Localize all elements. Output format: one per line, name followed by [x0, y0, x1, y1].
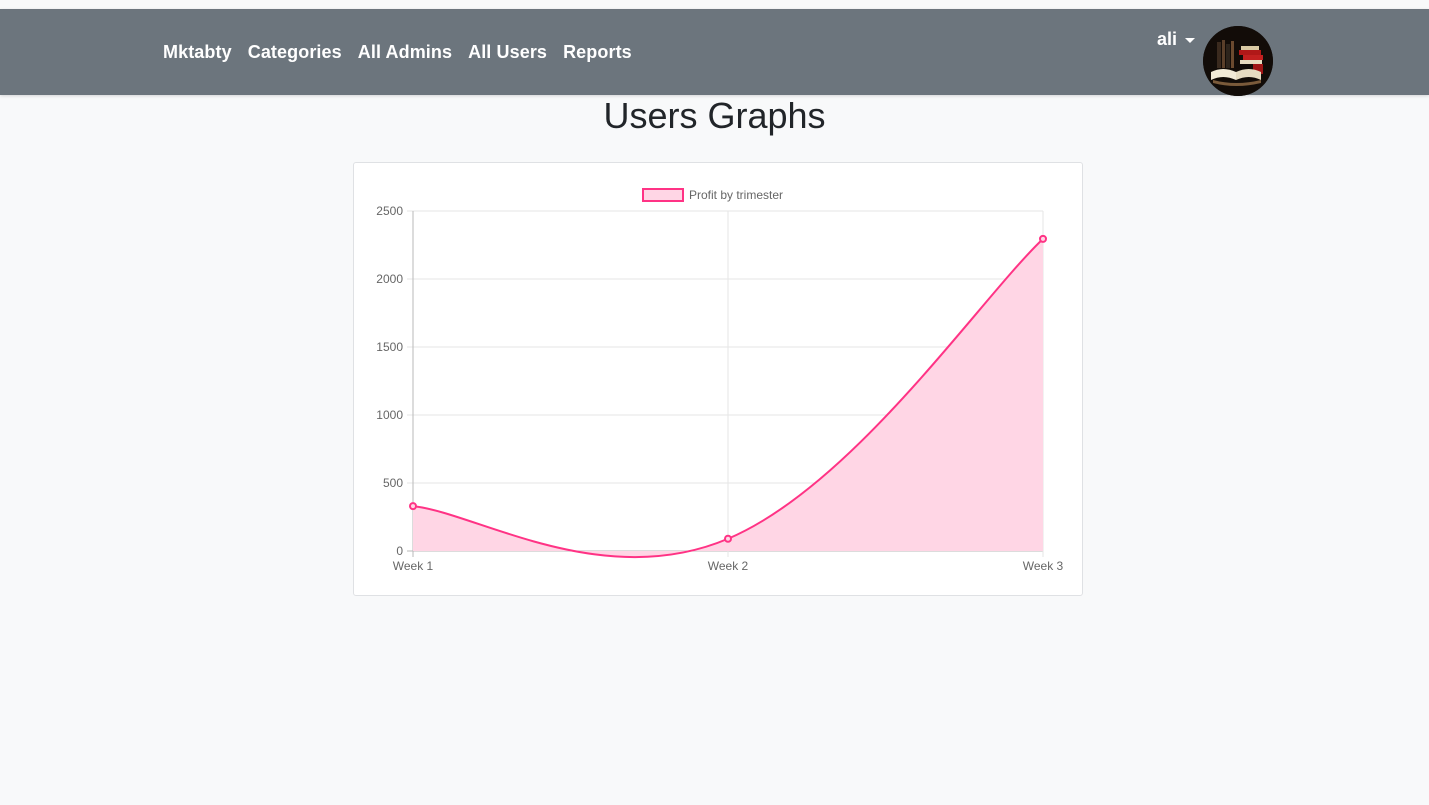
legend-swatch [642, 188, 684, 202]
books-avatar-image [1203, 26, 1273, 96]
y-tick-label: 0 [396, 544, 403, 558]
page-title: Users Graphs [603, 95, 826, 136]
data-point[interactable] [1039, 234, 1047, 243]
nav-brand-link[interactable]: Mktabty [163, 42, 232, 63]
line-chart: 0 500 1000 1500 2000 2500 Week 1 Week 2 Week 3 P… [376, 188, 1064, 573]
legend-label: Profit by trimester [689, 188, 783, 202]
x-tick-label: Week 1 [393, 559, 434, 573]
chevron-down-icon [1185, 38, 1196, 43]
top-strip [0, 0, 1429, 9]
avatar[interactable] [1203, 26, 1273, 96]
user-dropdown-toggle[interactable]: ali [1157, 29, 1196, 50]
nav-link-categories[interactable]: Categories [248, 42, 342, 63]
navbar: Mktabty Categories All Admins All Users … [0, 9, 1429, 96]
nav-link-reports[interactable]: Reports [563, 42, 632, 63]
y-tick-label: 2000 [376, 272, 403, 286]
x-tick-label: Week 3 [1023, 559, 1064, 573]
nav-link-all-admins[interactable]: All Admins [358, 42, 452, 63]
data-point[interactable] [724, 534, 732, 543]
nav-link-all-users[interactable]: All Users [468, 42, 547, 63]
user-name: ali [1157, 29, 1178, 49]
y-tick-label: 1500 [376, 340, 403, 354]
data-point[interactable] [409, 502, 417, 511]
chart-legend[interactable]: Profit by trimester [642, 188, 783, 202]
chart-card: 0 500 1000 1500 2000 2500 Week 1 Week 2 Week 3 P… [353, 162, 1083, 596]
nav-links: Mktabty Categories All Admins All Users … [163, 9, 632, 95]
y-tick-label: 2500 [376, 204, 403, 218]
y-tick-label: 500 [383, 476, 403, 490]
y-tick-label: 1000 [376, 408, 403, 422]
x-tick-label: Week 2 [708, 559, 749, 573]
